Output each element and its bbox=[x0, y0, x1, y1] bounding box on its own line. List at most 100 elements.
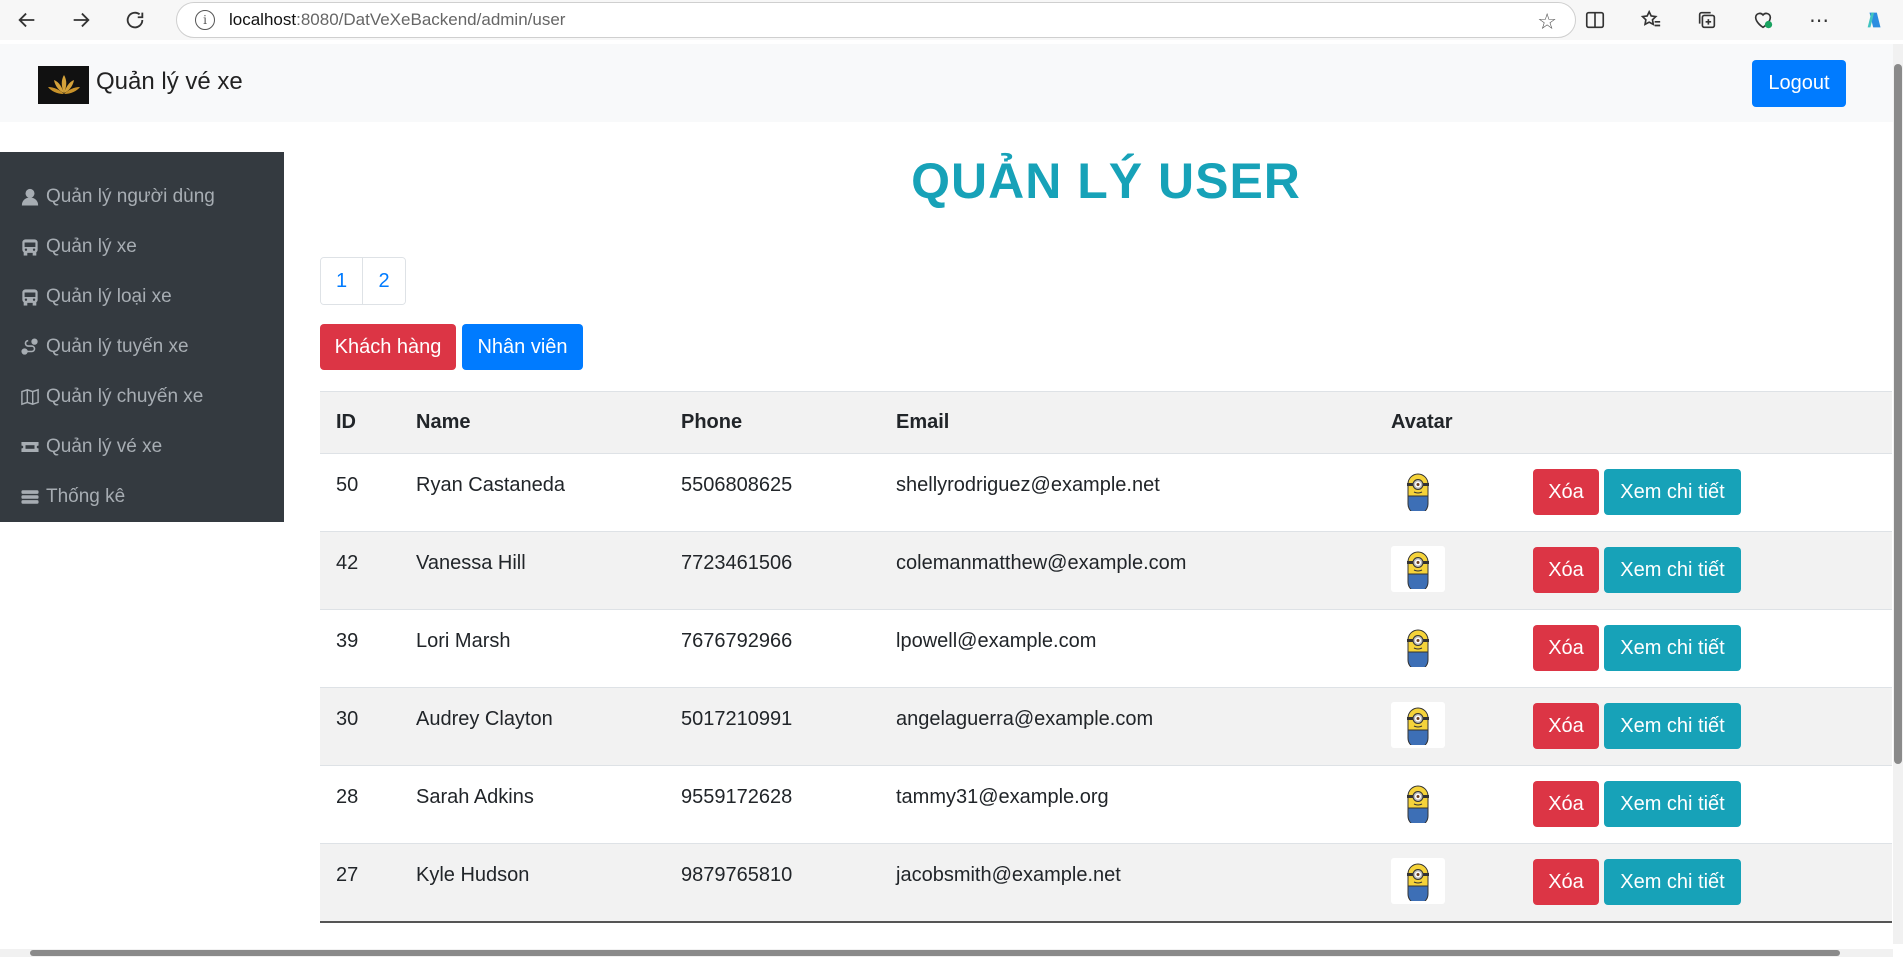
cell-phone: 7723461506 bbox=[681, 552, 793, 574]
cell-name: Vanessa Hill bbox=[416, 552, 526, 574]
favorites-icon[interactable] bbox=[1623, 0, 1679, 40]
cell-actions: Xóa Xem chi tiết bbox=[1517, 454, 1892, 532]
url-path: :8080/DatVeXeBackend/admin/user bbox=[296, 10, 566, 29]
cell-avatar bbox=[1375, 766, 1517, 844]
app-navbar: Quản lý vé xe Logout bbox=[0, 44, 1893, 122]
cell-email: tammy31@example.org bbox=[896, 786, 1109, 808]
cell-avatar bbox=[1375, 610, 1517, 688]
copilot-icon[interactable] bbox=[1847, 0, 1903, 40]
page-link-1[interactable]: 1 bbox=[321, 258, 363, 304]
browser-toolbar: i localhost:8080/DatVeXeBackend/admin/us… bbox=[0, 0, 1903, 40]
favorite-star-icon[interactable]: ☆ bbox=[1537, 9, 1557, 35]
cell-actions: Xóa Xem chi tiết bbox=[1517, 844, 1892, 922]
header-avatar: Avatar bbox=[1391, 411, 1453, 433]
delete-button[interactable]: Xóa bbox=[1533, 547, 1599, 593]
bars-icon bbox=[20, 487, 40, 507]
user-table: ID Name Phone Email Avatar 50 Ryan Castan… bbox=[320, 391, 1892, 923]
bus-icon bbox=[20, 287, 40, 307]
route-icon bbox=[20, 337, 40, 357]
brand-title[interactable]: Quản lý vé xe bbox=[96, 68, 243, 96]
split-screen-icon[interactable] bbox=[1567, 0, 1623, 40]
avatar-image bbox=[1391, 858, 1445, 904]
address-bar[interactable]: i localhost:8080/DatVeXeBackend/admin/us… bbox=[176, 2, 1576, 38]
collections-icon[interactable] bbox=[1679, 0, 1735, 40]
cell-actions: Xóa Xem chi tiết bbox=[1517, 688, 1892, 766]
cell-avatar bbox=[1375, 454, 1517, 532]
sidebar-item-tickets[interactable]: Quản lý vé xe bbox=[0, 422, 284, 472]
cell-name: Audrey Clayton bbox=[416, 708, 553, 730]
health-icon[interactable] bbox=[1735, 0, 1791, 40]
cell-phone: 7676792966 bbox=[681, 630, 793, 652]
view-details-button[interactable]: Xem chi tiết bbox=[1604, 625, 1741, 671]
cell-name: Lori Marsh bbox=[416, 630, 511, 652]
view-details-button[interactable]: Xem chi tiết bbox=[1604, 547, 1741, 593]
back-icon[interactable] bbox=[10, 3, 44, 37]
page-link-2[interactable]: 2 bbox=[363, 258, 405, 304]
view-details-button[interactable]: Xem chi tiết bbox=[1604, 781, 1741, 827]
avatar-image bbox=[1391, 780, 1445, 826]
staff-filter-button[interactable]: Nhân viên bbox=[462, 324, 583, 370]
sidebar-item-label: Quản lý người dùng bbox=[46, 186, 215, 207]
cell-id: 50 bbox=[336, 474, 359, 496]
customer-filter-button[interactable]: Khách hàng bbox=[320, 324, 456, 370]
forward-icon[interactable] bbox=[64, 3, 98, 37]
url-host: localhost bbox=[229, 10, 297, 29]
view-details-button[interactable]: Xem chi tiết bbox=[1604, 859, 1741, 905]
delete-button[interactable]: Xóa bbox=[1533, 859, 1599, 905]
view-details-button[interactable]: Xem chi tiết bbox=[1604, 469, 1741, 515]
cell-phone: 9879765810 bbox=[681, 864, 793, 886]
cell-id: 28 bbox=[336, 786, 359, 808]
cell-name: Kyle Hudson bbox=[416, 864, 530, 886]
delete-button[interactable]: Xóa bbox=[1533, 703, 1599, 749]
cell-id: 39 bbox=[336, 630, 359, 652]
cell-id: 42 bbox=[336, 552, 359, 574]
lotus-logo-icon[interactable] bbox=[38, 66, 89, 104]
vertical-scrollbar[interactable] bbox=[1893, 44, 1903, 944]
page-title: QUẢN LÝ USER bbox=[911, 153, 1301, 209]
table-header-row: ID Name Phone Email Avatar bbox=[320, 391, 1892, 454]
cell-name: Sarah Adkins bbox=[416, 786, 534, 808]
header-id: ID bbox=[336, 411, 356, 433]
user-icon bbox=[20, 187, 40, 207]
avatar-image bbox=[1391, 468, 1445, 514]
logout-button[interactable]: Logout bbox=[1752, 60, 1846, 107]
view-details-button[interactable]: Xem chi tiết bbox=[1604, 703, 1741, 749]
cell-actions: Xóa Xem chi tiết bbox=[1517, 610, 1892, 688]
table-row: 50 Ryan Castaneda 5506808625 shellyrodrigue… bbox=[320, 454, 1892, 532]
cell-avatar bbox=[1375, 532, 1517, 610]
sidebar-item-buses[interactable]: Quản lý xe bbox=[0, 222, 284, 272]
reload-icon[interactable] bbox=[118, 3, 152, 37]
delete-button[interactable]: Xóa bbox=[1533, 781, 1599, 827]
avatar-image bbox=[1391, 624, 1445, 670]
sidebar: Quản lý người dùng Quản lý xe Quản lý lo… bbox=[0, 152, 284, 522]
avatar-image bbox=[1391, 702, 1445, 748]
sidebar-item-label: Quản lý vé xe bbox=[46, 436, 163, 457]
sidebar-item-users[interactable]: Quản lý người dùng bbox=[0, 172, 284, 222]
cell-phone: 5017210991 bbox=[681, 708, 793, 730]
sidebar-item-label: Thống kê bbox=[46, 486, 126, 507]
user-type-filter: Khách hàng Nhân viên bbox=[320, 324, 583, 370]
cell-email: angelaguerra@example.com bbox=[896, 708, 1154, 730]
sidebar-item-routes[interactable]: Quản lý tuyến xe bbox=[0, 322, 284, 372]
pagination: 1 2 bbox=[320, 257, 406, 305]
sidebar-item-statistics[interactable]: Thống kê bbox=[0, 472, 284, 522]
site-info-icon[interactable]: i bbox=[195, 10, 215, 30]
sidebar-item-bus-types[interactable]: Quản lý loại xe bbox=[0, 272, 284, 322]
cell-email: jacobsmith@example.net bbox=[896, 864, 1121, 886]
sidebar-item-label: Quản lý chuyến xe bbox=[46, 386, 204, 407]
cell-actions: Xóa Xem chi tiết bbox=[1517, 766, 1892, 844]
map-icon bbox=[20, 387, 40, 407]
cell-name: Ryan Castaneda bbox=[416, 474, 565, 496]
delete-button[interactable]: Xóa bbox=[1533, 625, 1599, 671]
sidebar-item-trips[interactable]: Quản lý chuyến xe bbox=[0, 372, 284, 422]
cell-avatar bbox=[1375, 844, 1517, 922]
more-options-icon[interactable]: ⋯ bbox=[1791, 0, 1847, 40]
table-row: 42 Vanessa Hill 7723461506 colemanmatthew@e… bbox=[320, 531, 1892, 610]
sidebar-item-label: Quản lý loại xe bbox=[46, 286, 172, 307]
horizontal-scrollbar[interactable] bbox=[0, 949, 1893, 957]
delete-button[interactable]: Xóa bbox=[1533, 469, 1599, 515]
cell-email: colemanmatthew@example.com bbox=[896, 552, 1187, 574]
cell-avatar bbox=[1375, 688, 1517, 766]
table-row: 27 Kyle Hudson 9879765810 jacobsmith@exampl… bbox=[320, 843, 1892, 922]
sidebar-item-label: Quản lý xe bbox=[46, 236, 137, 257]
